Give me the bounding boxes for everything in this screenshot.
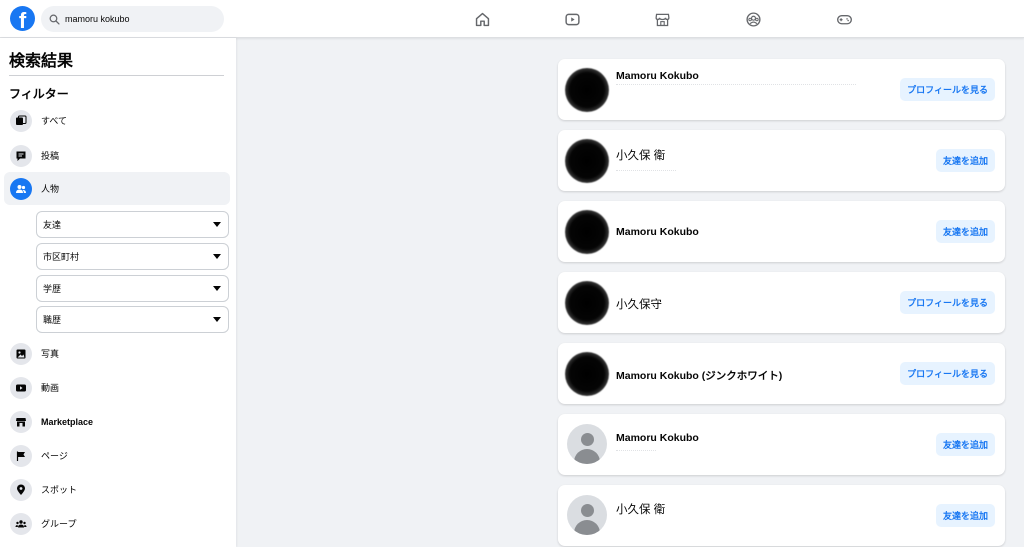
sidebar-item-people[interactable]: 人物 xyxy=(4,172,230,205)
caret-down-icon xyxy=(213,254,221,259)
default-avatar-icon[interactable] xyxy=(567,495,607,535)
result-name[interactable]: 小久保 衛 xyxy=(616,147,665,163)
search-input[interactable] xyxy=(65,14,215,24)
groups-icon xyxy=(10,512,32,535)
profile-avatar[interactable] xyxy=(565,281,609,325)
home-icon[interactable] xyxy=(473,10,491,28)
pages-icon xyxy=(10,444,32,467)
watch-icon[interactable] xyxy=(563,10,581,28)
top-navigation-bar: f xyxy=(0,0,1024,38)
result-name[interactable]: Mamoru Kokubo (ジンクホワイト) xyxy=(616,368,782,383)
filter-heading: フィルター xyxy=(9,87,69,101)
search-icon xyxy=(49,14,60,25)
add-friend-button[interactable]: 友達を追加 xyxy=(935,149,995,172)
subfilter-label: 学歴 xyxy=(43,284,62,294)
people-icon xyxy=(10,177,32,200)
sidebar-item-videos[interactable]: 動画 xyxy=(4,371,230,404)
sidebar-item-all[interactable]: すべて xyxy=(4,104,230,137)
default-avatar-icon[interactable] xyxy=(567,424,607,464)
result-card[interactable]: Mamoru Kokubo 友達を追加 xyxy=(558,201,1005,262)
result-card[interactable]: Mamoru Kokubo (ジンクホワイト) プロフィールを見る xyxy=(558,343,1005,404)
result-card[interactable]: Mamoru Kokubo 友達を追加 xyxy=(558,414,1005,475)
profile-avatar[interactable] xyxy=(565,352,609,396)
add-friend-button[interactable]: 友達を追加 xyxy=(935,433,995,456)
education-filter-select[interactable]: 学歴 xyxy=(36,275,229,302)
search-filter-sidebar: 検索結果 フィルター すべて 投稿 人物 友達 市区町村 学歴 職歴 写真 動画… xyxy=(0,38,236,547)
result-card[interactable]: 小久保 衛 友達を追加 xyxy=(558,485,1005,546)
result-subtext xyxy=(616,170,676,172)
sidebar-item-label: ページ xyxy=(41,451,68,461)
subfilter-label: 友達 xyxy=(43,220,62,230)
sidebar-item-label: 人物 xyxy=(41,184,60,194)
facebook-logo-icon[interactable]: f xyxy=(10,6,35,31)
page-title: 検索結果 xyxy=(9,53,74,70)
view-profile-button[interactable]: プロフィールを見る xyxy=(900,291,995,314)
photos-icon xyxy=(10,342,32,365)
result-name[interactable]: Mamoru Kokubo xyxy=(616,70,699,82)
add-friend-button[interactable]: 友達を追加 xyxy=(935,220,995,243)
sidebar-item-posts[interactable]: 投稿 xyxy=(4,139,230,172)
videos-icon xyxy=(10,376,32,399)
sidebar-item-label: すべて xyxy=(41,116,68,126)
result-name[interactable]: Mamoru Kokubo xyxy=(616,432,699,444)
groups-icon[interactable] xyxy=(744,10,762,28)
sidebar-item-places[interactable]: スポット xyxy=(4,473,230,506)
divider xyxy=(9,75,224,76)
result-card[interactable]: 小久保守 プロフィールを見る xyxy=(558,272,1005,333)
view-profile-button[interactable]: プロフィールを見る xyxy=(900,78,995,101)
caret-down-icon xyxy=(213,286,221,291)
marketplace-icon xyxy=(10,410,32,433)
sidebar-item-photos[interactable]: 写真 xyxy=(4,337,230,370)
subfilter-label: 市区町村 xyxy=(43,252,80,262)
result-subtext xyxy=(616,84,856,86)
sidebar-item-label: 写真 xyxy=(41,349,60,359)
result-name[interactable]: Mamoru Kokubo xyxy=(616,226,699,238)
profile-avatar[interactable] xyxy=(565,68,609,112)
sidebar-item-groups[interactable]: グループ xyxy=(4,507,230,540)
gaming-icon[interactable] xyxy=(835,10,853,28)
search-box[interactable] xyxy=(41,6,224,32)
result-card[interactable]: 小久保 衛 友達を追加 xyxy=(558,130,1005,191)
marketplace-icon[interactable] xyxy=(653,10,671,28)
posts-icon xyxy=(10,144,32,167)
view-profile-button[interactable]: プロフィールを見る xyxy=(900,362,995,385)
result-subtext xyxy=(616,450,656,452)
caret-down-icon xyxy=(213,317,221,322)
work-filter-select[interactable]: 職歴 xyxy=(36,306,229,333)
caret-down-icon xyxy=(213,222,221,227)
result-name[interactable]: 小久保 衛 xyxy=(616,501,665,517)
add-friend-button[interactable]: 友達を追加 xyxy=(935,504,995,527)
sidebar-item-label: 動画 xyxy=(41,383,60,393)
sidebar-item-label: グループ xyxy=(41,519,77,529)
subfilter-label: 職歴 xyxy=(43,315,62,325)
friends-filter-select[interactable]: 友達 xyxy=(36,211,229,238)
sidebar-item-label: Marketplace xyxy=(41,416,94,427)
places-icon xyxy=(10,478,32,501)
sidebar-item-label: 投稿 xyxy=(41,151,60,161)
result-name[interactable]: 小久保守 xyxy=(616,296,662,312)
sidebar-item-pages[interactable]: ページ xyxy=(4,439,230,472)
all-icon xyxy=(10,109,32,132)
result-card[interactable]: Mamoru Kokubo プロフィールを見る xyxy=(558,59,1005,120)
profile-avatar[interactable] xyxy=(565,210,609,254)
sidebar-item-marketplace[interactable]: Marketplace xyxy=(4,405,230,438)
profile-avatar[interactable] xyxy=(565,139,609,183)
city-filter-select[interactable]: 市区町村 xyxy=(36,243,229,270)
sidebar-item-label: スポット xyxy=(41,485,78,495)
